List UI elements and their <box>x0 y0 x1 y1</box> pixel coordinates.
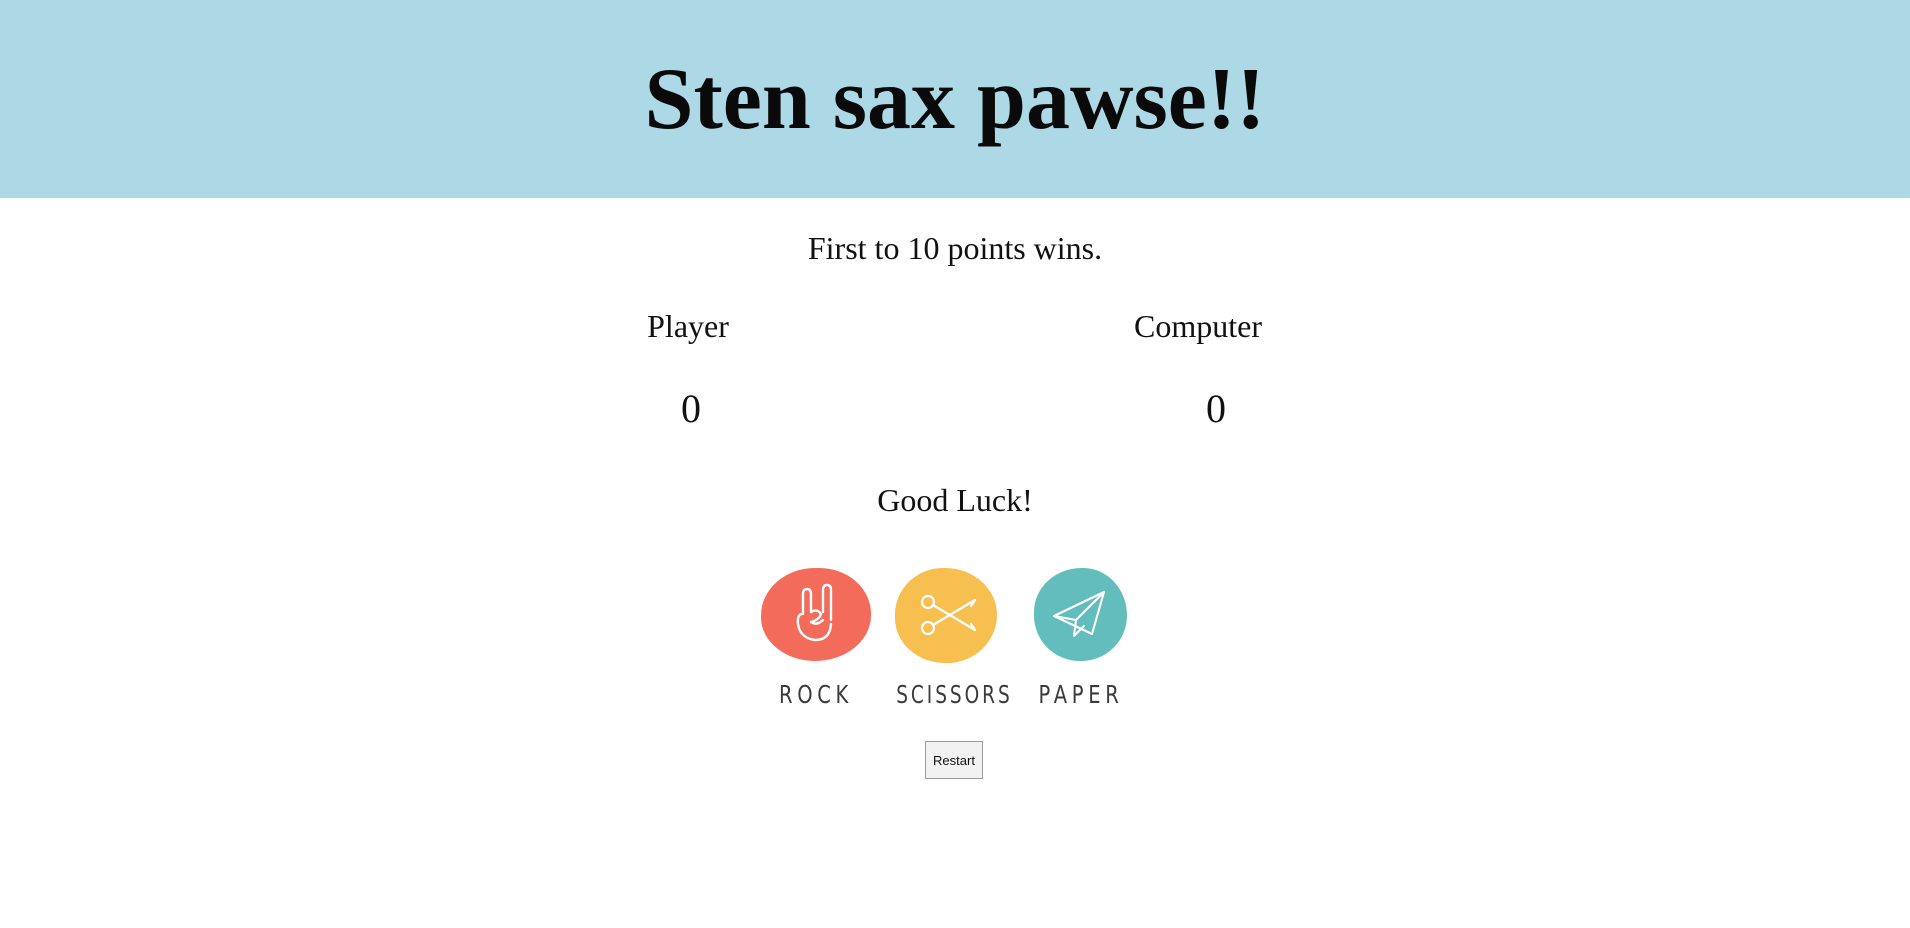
player-score-label: Player <box>647 308 729 344</box>
status-message: Good Luck! <box>877 482 1033 518</box>
player-score-value: 0 <box>681 386 701 431</box>
paper-plane-icon <box>1034 568 1127 661</box>
restart-button[interactable]: Restart <box>925 741 983 779</box>
scissors-icon <box>895 568 997 663</box>
rock-hand-icon <box>761 568 871 661</box>
paper-button[interactable]: PAPER <box>1016 566 1146 716</box>
page-title: Sten sax pawse!! <box>644 51 1266 148</box>
rules-text: First to 10 points wins. <box>807 230 1103 266</box>
paper-label: PAPER <box>1038 680 1124 709</box>
scissors-button[interactable]: SCISSORS <box>883 566 1013 716</box>
computer-score-value: 0 <box>1206 386 1226 431</box>
header-banner: Sten sax pawse!! <box>0 0 1910 198</box>
rock-label: ROCK <box>778 680 854 709</box>
computer-score-label: Computer <box>1134 308 1262 344</box>
rock-button[interactable]: ROCK <box>751 566 881 716</box>
scissors-label: SCISSORS <box>896 680 1013 709</box>
